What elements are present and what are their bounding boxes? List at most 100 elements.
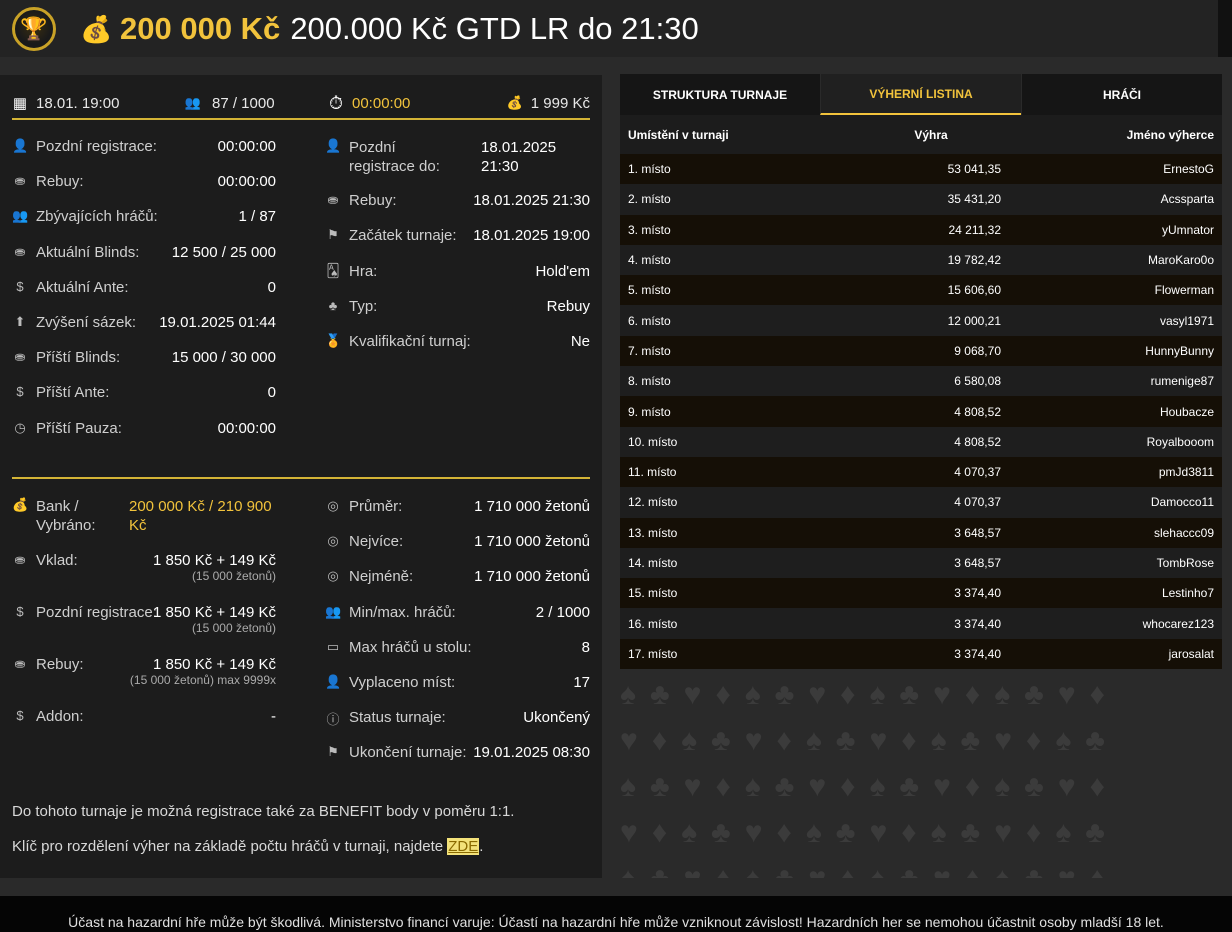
- medal-icon: 🏅: [325, 333, 342, 348]
- place-cell: 7. místo: [628, 343, 671, 358]
- info-row: ⛂ Rebuy: 18.01.2025 21:30: [325, 192, 590, 212]
- prize-cell: 4 070,37: [954, 465, 1001, 480]
- place-cell: 1. místo: [628, 162, 671, 177]
- info-row: 👤 Vyplaceno míst: 17: [325, 674, 590, 691]
- summary-timer: ⏱ 00:00:00: [328, 92, 411, 113]
- prize-cell: 35 431,20: [947, 192, 1001, 207]
- dollar-icon: $: [16, 278, 24, 294]
- place-cell: 9. místo: [628, 404, 671, 419]
- place-cell: 12. místo: [628, 495, 678, 510]
- prize-cell: 15 606,60: [947, 283, 1001, 298]
- tab-prize-list[interactable]: VÝHERNÍ LISTINA: [820, 74, 1021, 115]
- tab-structure[interactable]: STRUKTURA TURNAJE: [620, 74, 820, 115]
- info-row: 👤 Pozdní registrace do: 18.01.2025 21:30: [325, 138, 557, 175]
- winner-cell: Acssparta: [1160, 192, 1214, 207]
- prize-cell: 3 374,40: [954, 586, 1001, 601]
- bank-row: 💰 Bank / Vybráno: 200 000 Kč / 210 900 Kč: [12, 497, 276, 537]
- place-cell: 14. místo: [628, 556, 678, 570]
- deposit-row: ⛂ Vklad: 1 850 Kč + 149 Kč (15 000 žetonů): [12, 552, 276, 592]
- addon-row: $ Addon: -: [12, 708, 276, 728]
- prize-cell: 24 211,32: [948, 222, 1002, 237]
- table-row: 9. místo 4 808,52 Houbacze: [620, 396, 1222, 427]
- flag-icon: ⚑: [327, 227, 339, 242]
- winner-cell: jarosalat: [1168, 646, 1214, 661]
- info-row: ⛂ Příští Blinds: 15 000 / 30 000: [12, 349, 276, 369]
- gambling-warning: Účast na hazardní hře může být škodlivá.…: [0, 896, 1232, 932]
- prize-cell: 6 580,08: [954, 374, 1001, 389]
- prize-cell: 19 782,42: [947, 253, 1001, 268]
- winner-cell: Lestinho7: [1161, 586, 1214, 601]
- place-cell: 13. místo: [628, 525, 678, 540]
- coins-icon: ⛂: [14, 173, 26, 189]
- winner-cell: whocarez123: [1142, 616, 1214, 631]
- info-row: 👥 Zbývajících hráčů: 1 / 87: [12, 208, 276, 226]
- table-icon: ▭: [326, 638, 340, 654]
- table-row: 11. místo 4 070,37 pmJd3811: [620, 456, 1222, 488]
- info-row: ◎ Průměr: 1 710 000 žetonů: [325, 498, 590, 518]
- prize-cell: 4 808,52: [954, 404, 1001, 419]
- table-row: 8. místo 6 580,08 rumenige87: [620, 366, 1222, 397]
- user-icon: 👤: [12, 138, 29, 153]
- coins-icon: ⛂: [14, 349, 26, 365]
- winner-cell: ErnestoG: [1163, 162, 1214, 177]
- winner-cell: Royalbooom: [1146, 434, 1214, 449]
- users-icon: 👥: [184, 95, 202, 110]
- coins-icon: ⛂: [14, 656, 26, 671]
- winner-cell: MaroKaro0o: [1147, 253, 1214, 268]
- summary-row: ▦ 18.01. 19:00 👥 87 / 1000 ⏱ 00:00:00 💰 …: [12, 87, 590, 119]
- stopwatch-icon: ⏱: [328, 92, 344, 113]
- tournament-info-panel: ▦ 18.01. 19:00 👥 87 / 1000 ⏱ 00:00:00 💰 …: [0, 75, 602, 878]
- coins-icon: ⛂: [14, 243, 26, 259]
- info-row: 👥 Min/max. hráčů: 2 / 1000: [325, 603, 590, 621]
- info-row: ◎ Nejméně: 1 710 000 žetonů: [325, 568, 590, 588]
- info-row: ◷ Příští Pauza: 00:00:00: [12, 420, 276, 440]
- table-row: 16. místo 3 374,40 whocarez123: [620, 608, 1222, 639]
- header-bar: 🏆 💰 200 000 Kč 200.000 Kč GTD LR do 21:3…: [0, 0, 1232, 57]
- place-cell: 2. místo: [628, 192, 671, 207]
- money-bag-icon: 💰: [12, 497, 29, 512]
- place-cell: 8. místo: [628, 374, 671, 389]
- scrollbar[interactable]: [1218, 0, 1232, 57]
- info-row: ⓘ Status turnaje: Ukončený: [326, 709, 590, 728]
- table-header: Umístění v turnaji Výhra Jméno výherce: [620, 115, 1222, 154]
- table-row: 4. místo 19 782,42 MaroKaro0o: [620, 244, 1222, 276]
- bank-value: 200 000 Kč / 210 900 Kč: [129, 498, 272, 534]
- suits-icon: ♣: [328, 298, 338, 313]
- winner-cell: yUmnator: [1161, 222, 1214, 237]
- column-header-prize: Výhra: [914, 127, 948, 142]
- chip-icon: ◎: [327, 568, 339, 584]
- winner-cell: pmJd3811: [1158, 465, 1214, 480]
- info-row: $ Aktuální Ante: 0: [12, 279, 276, 299]
- chip-icon: ◎: [327, 498, 339, 513]
- prize-cell: 4 808,52: [954, 434, 1001, 449]
- place-cell: 5. místo: [628, 283, 671, 298]
- column-header-winner: Jméno výherce: [1126, 127, 1214, 142]
- winner-cell: slehaccc09: [1153, 525, 1214, 540]
- user-icon: 👤: [325, 138, 342, 153]
- place-cell: 3. místo: [628, 222, 671, 237]
- clock-icon: ◷: [14, 419, 26, 435]
- place-cell: 6. místo: [628, 313, 671, 328]
- table-row: 7. místo 9 068,70 HunnyBunny: [620, 335, 1222, 367]
- dollar-icon: $: [16, 604, 24, 619]
- summary-date: ▦ 18.01. 19:00: [12, 94, 120, 113]
- prize-cell: 4 070,37: [954, 495, 1001, 510]
- arrow-up-icon: ⬆: [14, 314, 26, 329]
- card-suits-background: ♠♣♥♦♠♣♥♦♠♣♥♦♠♣♥♦ ♥♦♠♣♥♦♠♣♥♦♠♣♥♦♠♣ ♠♣♥♦♠♣…: [620, 678, 1119, 878]
- tab-players[interactable]: HRÁČI: [1021, 74, 1222, 115]
- distribution-key-link[interactable]: ZDE: [447, 838, 480, 855]
- dollar-icon: $: [16, 384, 24, 400]
- results-panel: STRUKTURA TURNAJE VÝHERNÍ LISTINA HRÁČI …: [620, 74, 1222, 670]
- summary-buyin: 💰 1 999 Kč: [506, 94, 590, 112]
- table-row: 10. místo 4 808,52 Royalbooom: [620, 426, 1222, 457]
- winner-cell: Houbacze: [1159, 404, 1214, 419]
- table-row: 6. místo 12 000,21 vasyl1971: [620, 305, 1222, 336]
- info-row: 🂡 Hra: Hold'em: [326, 263, 590, 280]
- table-row: 3. místo 24 211,32 yUmnator: [620, 214, 1222, 245]
- prize-cell: 12 000,21: [947, 313, 1001, 328]
- info-row: ⛂ Rebuy: 00:00:00: [12, 173, 276, 193]
- rebuy-fee-row: ⛂ Rebuy: 1 850 Kč + 149 Kč (15 000 žetonů)…: [12, 656, 276, 696]
- info-row: ⛂ Aktuální Blinds: 12 500 / 25 000: [12, 244, 276, 264]
- place-cell: 16. místo: [628, 616, 678, 631]
- money-bag-icon: 💰: [506, 95, 523, 110]
